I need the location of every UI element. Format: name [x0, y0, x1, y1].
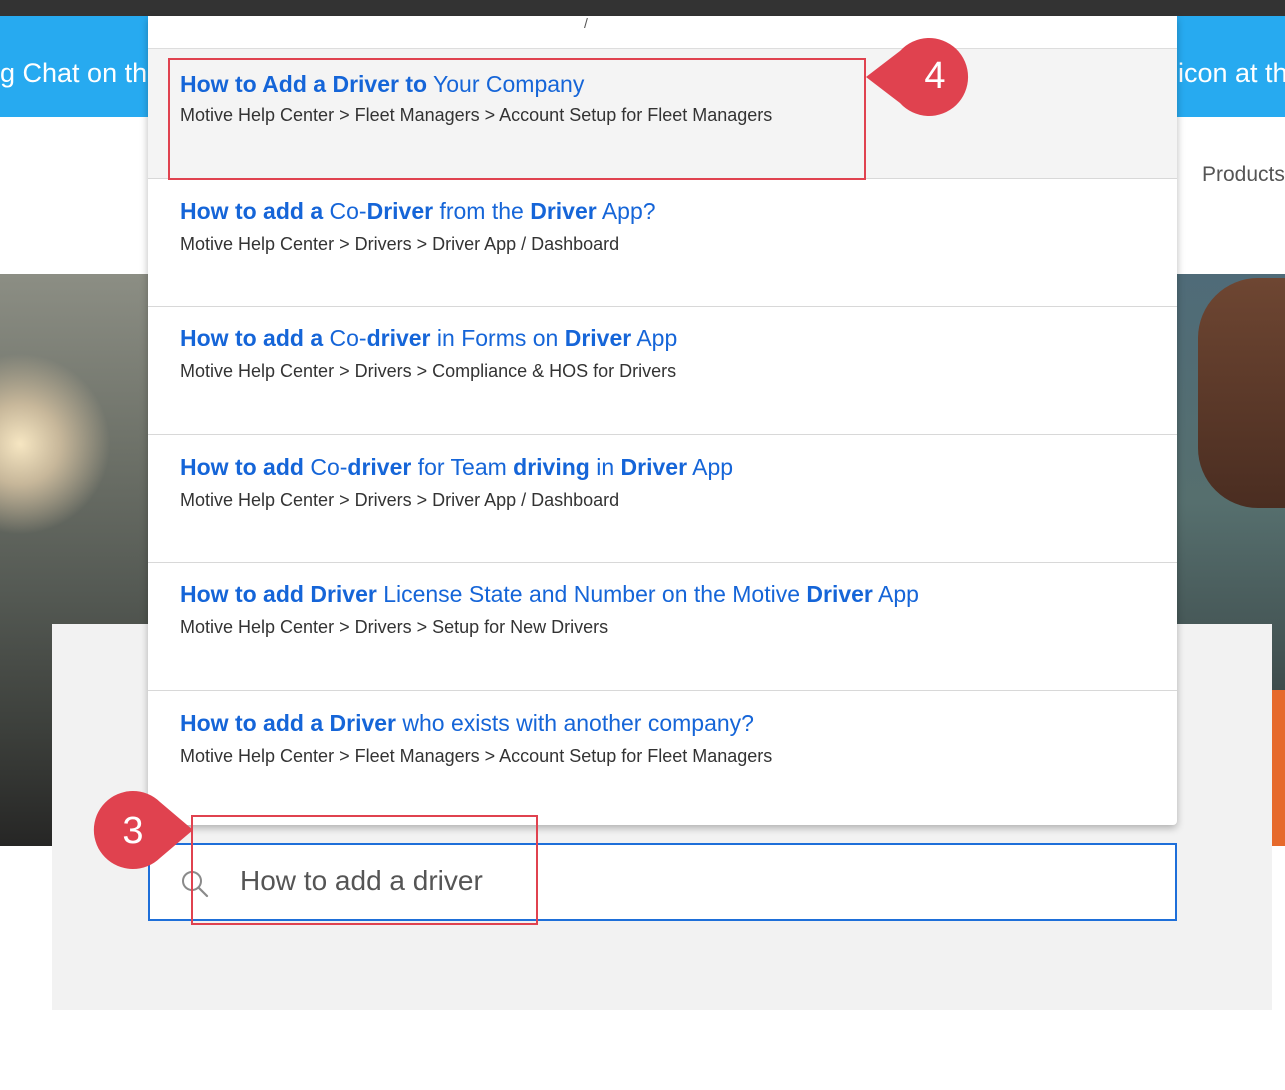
- search-result-title-part: How to add a: [180, 709, 324, 736]
- search-result-title-part: Co-: [323, 198, 367, 224]
- search-result-title-part: driver: [347, 453, 412, 480]
- nav-products-link[interactable]: Products: [1202, 163, 1285, 187]
- callout-step-4: 4: [864, 37, 984, 119]
- hero-person-image: [1198, 278, 1285, 508]
- search-result-title[interactable]: How to add a Co-driver in Forms on Drive…: [180, 325, 677, 352]
- search-result-title-part: Driver: [806, 581, 873, 608]
- search-result-title-part: How to add: [180, 453, 304, 480]
- dropdown-previous-item: /: [148, 16, 1177, 49]
- search-result-title[interactable]: How to add a Co-Driver from the Driver A…: [180, 198, 656, 225]
- search-result-title-part: Driver: [530, 198, 597, 224]
- search-result-title-part: License State and Number on the Motive: [376, 581, 807, 608]
- search-result-title-part: App: [687, 453, 734, 480]
- search-result-title-part: from the: [433, 198, 531, 224]
- search-result-breadcrumb: Motive Help Center > Drivers > Driver Ap…: [180, 489, 620, 510]
- search-result-title[interactable]: How to add Co-driver for Team driving in…: [180, 454, 733, 481]
- highlight-box-step-3: [191, 815, 538, 925]
- callout-step-3-number: 3: [122, 810, 144, 852]
- search-result-title-part: Co-: [323, 325, 367, 352]
- search-result-title-part: Driver: [310, 581, 377, 608]
- search-result-title-part: Driver: [366, 198, 434, 224]
- search-result-title-part: How to add a: [180, 325, 324, 352]
- search-result-item[interactable]: How to add a Co-driver in Forms on Drive…: [148, 307, 1177, 435]
- search-result-title-part: for Team: [411, 453, 514, 480]
- search-result-breadcrumb: Motive Help Center > Drivers > Driver Ap…: [180, 234, 620, 254]
- search-result-item[interactable]: How to add Driver License State and Numb…: [148, 563, 1177, 691]
- callout-step-3: 3: [92, 790, 196, 874]
- search-result-title-part: Driver: [564, 325, 632, 352]
- search-result-title[interactable]: How to add Driver License State and Numb…: [180, 581, 919, 608]
- browser-top-strip: [0, 0, 1285, 16]
- banner-text-left: g Chat on the: [0, 58, 163, 88]
- search-result-title-part: Driver: [329, 709, 396, 736]
- search-result-title-part: App: [631, 325, 678, 352]
- search-result-title-part: in Forms on: [430, 325, 565, 352]
- search-result-title-part: driving: [513, 453, 590, 480]
- search-result-title-part: App?: [596, 198, 656, 224]
- search-result-title-part: Co-: [303, 453, 348, 480]
- search-result-title-part: How to add a: [180, 198, 324, 224]
- highlight-box-step-4: [168, 58, 866, 180]
- search-result-title-part: in: [589, 453, 621, 480]
- dropdown-top-fragment: /: [584, 16, 588, 31]
- search-result-item[interactable]: How to add Co-driver for Team driving in…: [148, 435, 1177, 563]
- search-result-title-part: who exists with another company?: [396, 709, 754, 736]
- search-result-title[interactable]: How to add a Driver who exists with anot…: [180, 710, 754, 737]
- search-result-title-part: driver: [366, 325, 431, 352]
- search-result-breadcrumb: Motive Help Center > Drivers > Complianc…: [180, 361, 677, 382]
- search-result-breadcrumb: Motive Help Center > Drivers > Setup for…: [180, 617, 609, 638]
- search-result-item[interactable]: How to add a Driver who exists with anot…: [148, 691, 1177, 819]
- search-result-title-part: Driver: [620, 453, 688, 480]
- search-result-breadcrumb: Motive Help Center > Fleet Managers > Ac…: [180, 745, 773, 766]
- search-result-item[interactable]: How to add a Co-Driver from the Driver A…: [148, 179, 1177, 307]
- search-result-title-part: App: [872, 581, 919, 608]
- banner-text-right: icon at the: [1178, 58, 1285, 88]
- search-result-title-part: How to add: [180, 581, 304, 608]
- callout-step-4-number: 4: [924, 55, 946, 97]
